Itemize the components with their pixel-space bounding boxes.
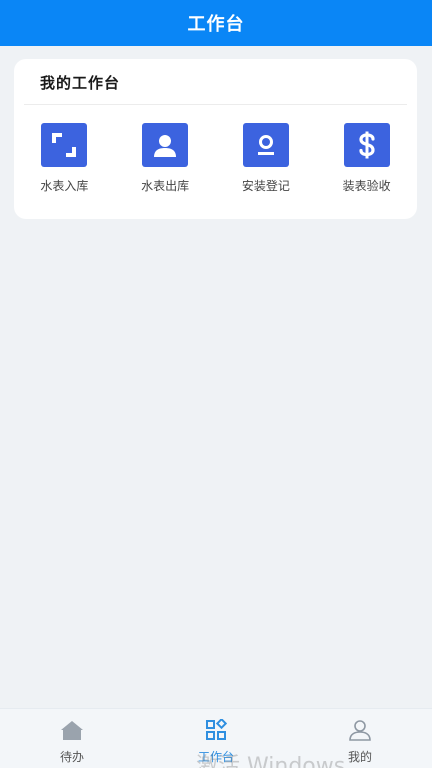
bottom-tab-bar: 待办 工作台 我的 [0,708,432,768]
id-badge-icon [242,123,289,167]
tab-workbench[interactable]: 工作台 [144,709,288,768]
workbench-item-label: 装表验收 [342,179,391,193]
workbench-item-label: 水表出库 [141,179,190,193]
workbench-item-acceptance[interactable]: 装表验收 [316,123,417,203]
workbench-item-meter-in[interactable]: 水表入库 [14,123,115,203]
workbench-grid: 水表入库 水表出库 安装登记 装表验收 [14,123,417,203]
workbench-item-label: 水表入库 [40,179,89,193]
workbench-item-label: 安装登记 [241,179,290,193]
workbench-item-meter-out[interactable]: 水表出库 [115,123,216,203]
page-header: 工作台 [0,0,432,46]
dollar-icon [343,123,390,167]
home-icon [60,719,84,745]
tab-label: 待办 [59,750,84,764]
workbench-item-install-register[interactable]: 安装登记 [216,123,317,203]
scan-frame-icon [41,123,88,167]
card-title: 我的工作台 [40,74,121,92]
tab-todo[interactable]: 待办 [0,709,144,768]
user-portrait-icon [142,123,189,167]
workbench-card: 我的工作台 水表入库 水表出库 安装登记 装表验收 [14,59,417,219]
card-divider [24,104,407,105]
page-title: 工作台 [187,14,245,35]
person-icon [348,719,372,745]
tab-label: 工作台 [197,750,234,764]
tab-label: 我的 [347,750,372,764]
grid-icon [205,717,228,745]
tab-mine[interactable]: 我的 [288,709,432,768]
